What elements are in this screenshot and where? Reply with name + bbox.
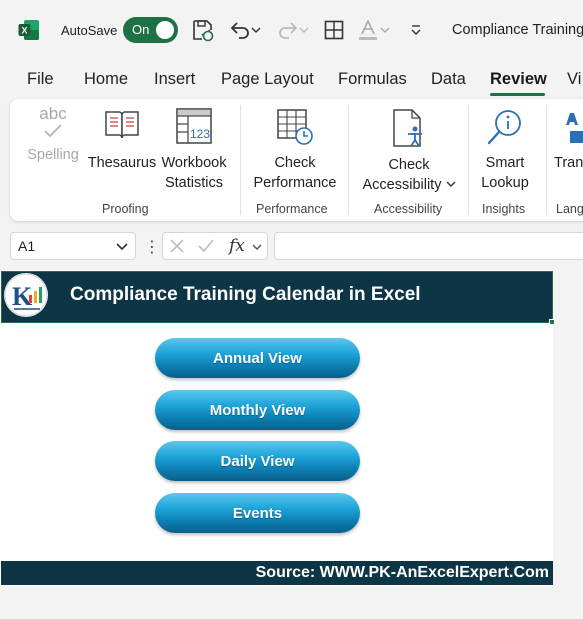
selection-fill-handle[interactable] <box>549 319 555 325</box>
translate-icon <box>566 113 583 143</box>
check-accessibility-button[interactable]: Check Accessibility <box>356 105 462 195</box>
save-button[interactable] <box>190 16 216 44</box>
autosave-state: On <box>132 22 150 37</box>
chevron-down-icon <box>380 27 390 33</box>
check-performance-line1: Check <box>274 155 316 171</box>
pk-logo: K <box>4 273 48 317</box>
borders-icon <box>324 20 344 40</box>
spelling-icon: abc <box>39 104 67 123</box>
formula-controls: fx <box>162 232 268 260</box>
source-footer-text: Source: WWW.PK-AnExcelExpert.Com <box>255 564 549 581</box>
events-label: Events <box>232 504 283 522</box>
smart-lookup-line2: Lookup <box>481 175 529 191</box>
more-options-icon[interactable]: ⋮ <box>144 237 160 257</box>
chevron-down-icon <box>446 181 455 187</box>
pk-logo-icon: K <box>4 273 48 317</box>
spelling-button[interactable]: abc Spelling <box>24 105 82 173</box>
chevron-down-icon <box>299 27 309 33</box>
group-label-proofing: Proofing <box>102 202 149 216</box>
group-separator <box>468 105 469 215</box>
name-box-value: A1 <box>18 238 36 254</box>
checkmark-icon <box>44 124 62 138</box>
active-tab-indicator <box>490 93 545 96</box>
redo-icon <box>279 22 298 39</box>
save-refresh-icon <box>193 20 214 42</box>
undo-icon <box>230 22 249 39</box>
svg-text:X: X <box>21 26 27 36</box>
cancel-icon[interactable] <box>169 238 185 254</box>
toggle-knob <box>156 21 174 39</box>
borders-button[interactable] <box>322 16 346 44</box>
monthly-view-label: Monthly View <box>209 401 306 419</box>
tab-data[interactable]: Data <box>431 70 466 89</box>
events-button[interactable]: Events <box>155 493 360 533</box>
insert-function-icon[interactable]: fx <box>229 236 245 256</box>
daily-view-label: Daily View <box>220 452 295 470</box>
check-accessibility-line1: Check <box>388 157 430 173</box>
tab-view[interactable]: Vi <box>567 70 581 89</box>
sheet-footer-band: Source: WWW.PK-AnExcelExpert.Com <box>1 561 553 585</box>
group-label-performance: Performance <box>256 202 328 216</box>
group-separator <box>348 105 349 215</box>
annual-view-label: Annual View <box>213 349 302 367</box>
chevron-down-icon <box>251 27 261 33</box>
sheet-title: Compliance Training Calendar in Excel <box>70 284 421 305</box>
workbook-statistics-line2: Statistics <box>164 175 223 191</box>
smart-lookup-line1: Smart <box>485 155 525 171</box>
undo-button[interactable] <box>226 16 264 44</box>
thesaurus-book-icon <box>105 111 139 139</box>
font-color-icon <box>359 19 377 40</box>
document-title: Compliance Training <box>452 22 583 38</box>
translate-button[interactable]: Tran <box>554 105 583 195</box>
smart-lookup-button[interactable]: Smart Lookup <box>474 105 536 195</box>
spelling-label: Spelling <box>27 147 79 163</box>
autosave-label: AutoSave <box>61 23 118 38</box>
group-separator <box>240 105 241 215</box>
tab-home[interactable]: Home <box>84 70 128 89</box>
group-label-language: Lang <box>556 202 583 216</box>
customize-toolbar-button[interactable] <box>406 16 426 44</box>
workbook-statistics-line1: Workbook <box>161 155 227 171</box>
annual-view-button[interactable]: Annual View <box>155 338 360 378</box>
smart-lookup-icon <box>487 110 521 145</box>
thesaurus-label: Thesaurus <box>87 155 157 171</box>
workbook-statistics-button[interactable]: 123 Workbook Statistics <box>158 105 230 195</box>
ribbon-panel: abc Spelling Thesaurus 123 Workbook Stat… <box>10 99 583 221</box>
tab-formulas[interactable]: Formulas <box>338 70 407 89</box>
group-separator <box>546 105 547 215</box>
redo-button[interactable] <box>274 16 312 44</box>
thesaurus-button[interactable]: Thesaurus <box>86 105 158 173</box>
name-box[interactable]: A1 <box>10 232 136 260</box>
enter-check-icon[interactable] <box>197 238 215 254</box>
accessibility-icon <box>393 109 422 147</box>
translate-label: Tran <box>554 155 583 171</box>
check-performance-line2: Performance <box>253 175 337 191</box>
statistics-icon-number: 123 <box>190 127 210 141</box>
tab-review[interactable]: Review <box>490 70 547 89</box>
customize-chevron-icon <box>411 25 421 35</box>
check-performance-icon <box>277 109 313 145</box>
check-performance-button[interactable]: Check Performance <box>250 105 340 195</box>
workbook-statistics-icon: 123 <box>176 108 212 144</box>
formula-input[interactable] <box>274 232 583 260</box>
daily-view-button[interactable]: Daily View <box>155 441 360 481</box>
tab-insert[interactable]: Insert <box>154 70 195 89</box>
chevron-down-icon[interactable] <box>115 239 129 253</box>
autosave-toggle[interactable]: On <box>123 17 178 43</box>
group-label-accessibility: Accessibility <box>374 202 443 216</box>
title-bar: X AutoSave On Compliance Training <box>0 0 583 62</box>
tab-page-layout[interactable]: Page Layout <box>221 70 314 89</box>
tab-file[interactable]: File <box>27 70 54 89</box>
chevron-down-icon[interactable] <box>251 241 263 253</box>
group-label-insights: Insights <box>482 202 526 216</box>
font-color-button[interactable] <box>356 16 390 44</box>
excel-logo-icon: X <box>18 20 39 40</box>
monthly-view-button[interactable]: Monthly View <box>155 390 360 430</box>
ribbon-tabs: File Home Insert Page Layout Formulas Da… <box>0 62 583 96</box>
check-accessibility-line2: Accessibility <box>362 177 442 193</box>
